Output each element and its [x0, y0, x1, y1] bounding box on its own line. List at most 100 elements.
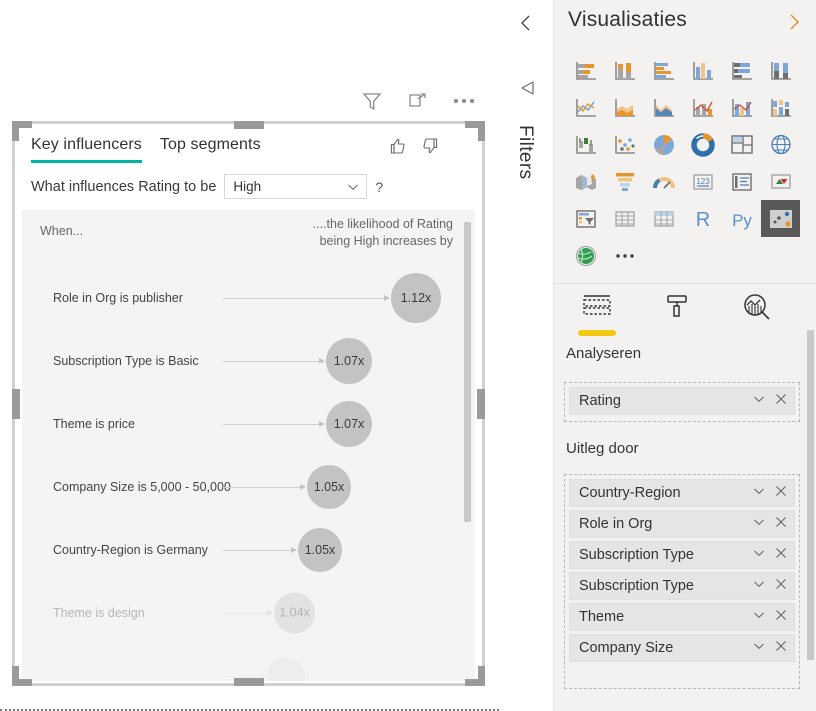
- multi-row-card-icon[interactable]: [722, 163, 761, 200]
- 100-stacked-column-chart-icon[interactable]: [761, 52, 800, 89]
- influencers-panel[interactable]: When... ....the likelihood of Rating bei…: [22, 210, 475, 681]
- influencer-row[interactable]: Theme is design 1.04x: [22, 581, 475, 644]
- visualizations-header: Visualisaties: [554, 0, 816, 48]
- stacked-bar-chart-icon[interactable]: [566, 52, 605, 89]
- remove-field-icon[interactable]: [775, 485, 787, 501]
- remove-field-icon[interactable]: [775, 609, 787, 625]
- key-influencers-visual[interactable]: Key influencers Top segments What influe…: [15, 124, 482, 683]
- line-and-stacked-column-chart-icon[interactable]: [683, 89, 722, 126]
- clustered-column-chart-icon[interactable]: [683, 52, 722, 89]
- remove-field-icon[interactable]: [775, 516, 787, 532]
- influencer-bubble[interactable]: 1.12x: [391, 272, 441, 323]
- remove-field-icon[interactable]: [775, 578, 787, 594]
- collapse-pane-icon[interactable]: [518, 14, 534, 37]
- slicer-icon[interactable]: [566, 200, 605, 237]
- field-chip[interactable]: Theme: [569, 603, 795, 631]
- thumbs-up-icon[interactable]: [388, 136, 410, 158]
- selected-visual-frame[interactable]: Key influencers Top segments What influe…: [12, 121, 485, 686]
- field-chip[interactable]: Subscription Type: [569, 541, 795, 569]
- scatter-chart-icon[interactable]: [605, 126, 644, 163]
- filter-icon[interactable]: [359, 88, 385, 114]
- influence-value-select[interactable]: High: [224, 174, 368, 199]
- remove-field-icon[interactable]: [775, 393, 787, 409]
- influencers-scrollbar-thumb[interactable]: [464, 222, 471, 522]
- arcgis-maps-icon[interactable]: [566, 237, 605, 274]
- influencer-bubble[interactable]: 1.05x: [298, 527, 342, 572]
- chevron-down-icon[interactable]: [752, 515, 766, 533]
- filters-funnel-icon[interactable]: [516, 78, 538, 105]
- influencer-row[interactable]: Theme is price 1.07x: [22, 392, 475, 455]
- viz-pane-scrollbar-thumb[interactable]: [807, 330, 814, 660]
- field-chip[interactable]: Country-Region: [569, 479, 795, 507]
- analytics-tab[interactable]: [736, 292, 778, 332]
- filled-map-icon[interactable]: [566, 163, 605, 200]
- 100-stacked-bar-chart-icon[interactable]: [722, 52, 761, 89]
- chevron-down-icon[interactable]: [752, 484, 766, 502]
- area-chart-icon[interactable]: [605, 89, 644, 126]
- influencer-bubble[interactable]: 1.04x: [274, 592, 315, 633]
- field-chip[interactable]: Role in Org: [569, 510, 795, 538]
- filters-pane-title[interactable]: Filters: [514, 125, 536, 180]
- tab-top-segments[interactable]: Top segments: [160, 136, 261, 160]
- influencer-row[interactable]: Company Size is 5,000 - 50,000 1.05x: [22, 455, 475, 518]
- resize-handle-top[interactable]: [233, 121, 264, 129]
- influencer-bubble[interactable]: 1.07x: [326, 337, 372, 384]
- key-influencers-icon[interactable]: [761, 200, 800, 237]
- map-icon[interactable]: [761, 126, 800, 163]
- line-chart-icon[interactable]: [566, 89, 605, 126]
- ribbon-chart-icon[interactable]: [761, 89, 800, 126]
- treemap-icon[interactable]: [722, 126, 761, 163]
- stacked-column-chart-icon[interactable]: [605, 52, 644, 89]
- field-chip[interactable]: Company Size: [569, 634, 795, 662]
- influencer-bubble[interactable]: [267, 656, 305, 681]
- remove-field-icon[interactable]: [775, 640, 787, 656]
- field-chip[interactable]: Subscription Type: [569, 572, 795, 600]
- kpi-icon[interactable]: [761, 163, 800, 200]
- remove-field-icon[interactable]: [775, 547, 787, 563]
- expand-pane-icon[interactable]: [786, 13, 802, 36]
- clustered-bar-chart-icon[interactable]: [644, 52, 683, 89]
- influencer-row[interactable]: [22, 644, 475, 681]
- r-script-visual-icon[interactable]: R: [683, 200, 722, 237]
- chevron-down-icon[interactable]: [752, 392, 766, 410]
- stacked-area-chart-icon[interactable]: [644, 89, 683, 126]
- focus-mode-icon[interactable]: [405, 88, 431, 114]
- help-icon[interactable]: ?: [375, 179, 383, 195]
- format-tab[interactable]: [656, 292, 698, 332]
- funnel-icon[interactable]: [605, 163, 644, 200]
- matrix-icon[interactable]: [644, 200, 683, 237]
- chevron-down-icon[interactable]: [752, 577, 766, 595]
- resize-handle-bottom-right[interactable]: [465, 666, 485, 686]
- donut-chart-icon[interactable]: [683, 126, 722, 163]
- chevron-down-icon[interactable]: [752, 546, 766, 564]
- python-visual-icon[interactable]: Py: [722, 200, 761, 237]
- tab-key-influencers[interactable]: Key influencers: [31, 136, 142, 163]
- more-options-icon[interactable]: [451, 88, 477, 114]
- line-and-clustered-column-chart-icon[interactable]: [722, 89, 761, 126]
- thumbs-down-icon[interactable]: [420, 136, 442, 158]
- resize-handle-right[interactable]: [477, 388, 485, 419]
- influencer-bubble[interactable]: 1.07x: [326, 400, 372, 447]
- field-chip[interactable]: Rating: [569, 387, 795, 415]
- table-icon[interactable]: [605, 200, 644, 237]
- waterfall-chart-icon[interactable]: [566, 126, 605, 163]
- resize-handle-top-left[interactable]: [12, 121, 32, 141]
- influencer-row[interactable]: Country-Region is Germany 1.05x: [22, 518, 475, 581]
- resize-handle-left[interactable]: [12, 388, 20, 419]
- analyze-field-well[interactable]: Rating: [564, 382, 800, 422]
- more-visuals-icon[interactable]: [605, 237, 644, 274]
- fields-tab[interactable]: [576, 292, 618, 336]
- chevron-down-icon[interactable]: [752, 608, 766, 626]
- visualization-type-gallery[interactable]: 123 R Py: [566, 52, 802, 274]
- resize-handle-top-right[interactable]: [465, 121, 485, 141]
- card-icon[interactable]: 123: [683, 163, 722, 200]
- pie-chart-icon[interactable]: [644, 126, 683, 163]
- chevron-down-icon[interactable]: [752, 639, 766, 657]
- influencer-row[interactable]: Role in Org is publisher 1.12x: [22, 266, 475, 329]
- influencer-bubble[interactable]: 1.05x: [307, 464, 351, 509]
- resize-handle-bottom[interactable]: [233, 678, 264, 686]
- explain-by-field-well[interactable]: Country-Region Role in Org Subscription Ty…: [564, 474, 800, 689]
- resize-handle-bottom-left[interactable]: [12, 666, 32, 686]
- influencer-row[interactable]: Subscription Type is Basic 1.07x: [22, 329, 475, 392]
- gauge-icon[interactable]: [644, 163, 683, 200]
